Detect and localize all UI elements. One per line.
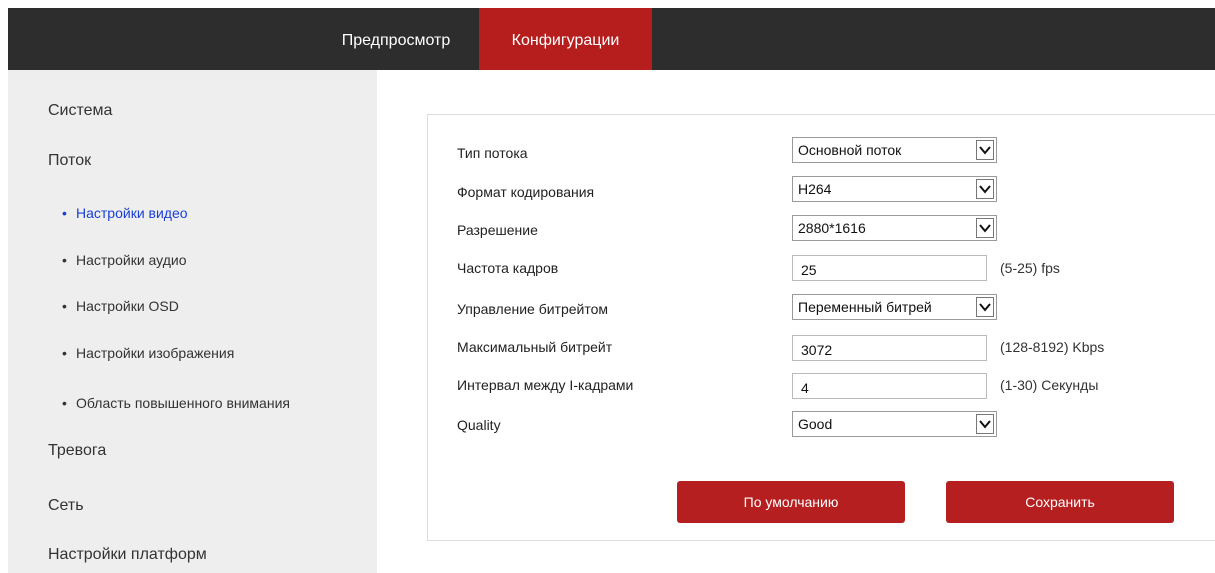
sidebar-subitem-audio-settings[interactable]: • Настройки аудио <box>62 252 186 268</box>
tab-configuration[interactable]: Конфигурации <box>479 8 652 70</box>
sidebar-subitem-label: Область повышенного внимания <box>76 395 290 411</box>
bitrate-control-select[interactable]: Переменный битрей <box>792 294 997 320</box>
sidebar-subitem-label: Настройки OSD <box>76 298 179 314</box>
video-settings-panel: Тип потока Основной поток Формат кодиров… <box>427 114 1215 541</box>
iframe-interval-label: Интервал между I-кадрами <box>457 377 634 393</box>
select-value: Основной поток <box>798 142 902 158</box>
input-value: 4 <box>801 380 809 396</box>
max-bitrate-hint: (128-8192) Kbps <box>1000 339 1105 355</box>
max-bitrate-label: Максимальный битрейт <box>457 339 613 355</box>
encoding-format-select[interactable]: H264 <box>792 176 997 202</box>
chevron-down-icon <box>976 179 994 199</box>
framerate-input[interactable]: 25 <box>792 255 987 281</box>
chevron-down-icon <box>976 297 994 317</box>
framerate-hint: (5-25) fps <box>1000 260 1060 276</box>
encoding-format-label: Формат кодирования <box>457 184 595 200</box>
iframe-interval-hint: (1-30) Секунды <box>1000 377 1099 393</box>
bullet-icon: • <box>62 345 67 361</box>
bullet-icon: • <box>62 252 67 268</box>
tab-preview[interactable]: Предпросмотр <box>316 8 476 70</box>
bullet-icon: • <box>62 395 67 411</box>
select-value: Good <box>798 416 833 432</box>
sidebar-subitem-image-settings[interactable]: • Настройки изображения <box>62 345 234 361</box>
sidebar-subitem-video-settings[interactable]: • Настройки видео <box>62 205 188 221</box>
sidebar-item-network[interactable]: Сеть <box>48 497 84 515</box>
resolution-label: Разрешение <box>457 222 538 238</box>
resolution-select[interactable]: 2880*1616 <box>792 215 997 241</box>
chevron-down-icon <box>976 140 994 160</box>
stream-type-select[interactable]: Основной поток <box>792 137 997 163</box>
bullet-icon: • <box>62 205 67 221</box>
main-content: Тип потока Основной поток Формат кодиров… <box>377 70 1215 573</box>
stream-type-label: Тип потока <box>457 145 528 161</box>
select-value: 2880*1616 <box>798 220 866 236</box>
input-value: 3072 <box>801 342 833 358</box>
default-button[interactable]: По умолчанию <box>677 481 905 523</box>
chevron-down-icon <box>976 414 994 434</box>
sidebar-item-alarm[interactable]: Тревога <box>48 442 106 460</box>
max-bitrate-input[interactable]: 3072 <box>792 335 987 361</box>
sidebar-subitem-osd-settings[interactable]: • Настройки OSD <box>62 298 179 314</box>
sidebar-subitem-roi[interactable]: • Область повышенного внимания <box>62 395 290 411</box>
sidebar-subitem-label: Настройки видео <box>76 205 188 221</box>
input-value: 25 <box>801 262 817 278</box>
select-value: Переменный битрей <box>798 299 932 315</box>
iframe-interval-input[interactable]: 4 <box>792 373 987 399</box>
quality-select[interactable]: Good <box>792 411 997 437</box>
save-button[interactable]: Сохранить <box>946 481 1174 523</box>
sidebar-subitem-label: Настройки изображения <box>76 345 235 361</box>
chevron-down-icon <box>976 218 994 238</box>
bullet-icon: • <box>62 298 67 314</box>
sidebar-subitem-label: Настройки аудио <box>76 252 187 268</box>
select-value: H264 <box>798 181 832 197</box>
framerate-label: Частота кадров <box>457 260 559 276</box>
bitrate-control-label: Управление битрейтом <box>457 301 609 317</box>
sidebar-item-system[interactable]: Система <box>48 102 112 120</box>
sidebar: Система Поток • Настройки видео • Настройк… <box>8 70 377 573</box>
quality-label: Quality <box>457 417 501 433</box>
sidebar-item-platform-settings[interactable]: Настройки платформ <box>48 546 207 564</box>
sidebar-item-stream[interactable]: Поток <box>48 152 91 170</box>
top-nav-bar: Предпросмотр Конфигурации <box>8 8 1215 70</box>
